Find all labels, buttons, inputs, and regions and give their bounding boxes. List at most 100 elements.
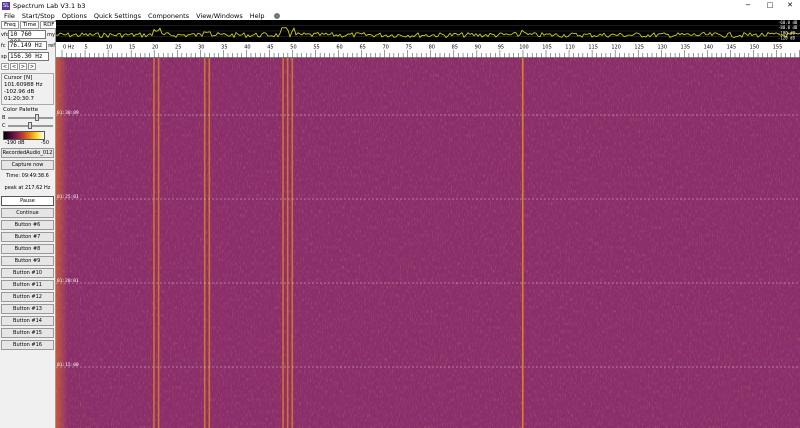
frequency-tick-label: 100	[519, 45, 529, 51]
color-palette-title: Color Palette	[3, 107, 39, 113]
frequency-tick-label: 145	[727, 45, 737, 51]
frequency-tick-label: 75	[406, 45, 412, 51]
frequency-tick-label: 30	[198, 45, 204, 51]
center-freq-label: fc	[1, 42, 6, 49]
frequency-tick-label: 130	[657, 45, 667, 51]
panel-button-5[interactable]: Continue	[1, 208, 54, 218]
panel-button-15[interactable]: Button #15	[1, 328, 54, 338]
scroll-buttons: < < > >	[1, 63, 54, 71]
panel-button-6[interactable]: Button #6	[1, 220, 54, 230]
menu-quick-settings[interactable]: Quick Settings	[94, 12, 141, 20]
frequency-tick-label: 120	[611, 45, 621, 51]
cursor-frequency: 101.60988 Hz	[4, 82, 43, 88]
frequency-tick-label: 150	[750, 45, 760, 51]
spectrum-display[interactable]: -60.0 dB -80.0 dB -100 dB -120 dB	[56, 20, 800, 42]
frequency-tick-label: 60	[336, 45, 342, 51]
frequency-tick-label: 95	[498, 45, 504, 51]
brightness-slider[interactable]: B	[2, 113, 53, 121]
scroll-right-fast-button[interactable]: >	[28, 63, 36, 70]
color-palette-bar[interactable]	[3, 131, 45, 140]
panel-button-11[interactable]: Button #11	[1, 280, 54, 290]
panel-button-7[interactable]: Button #7	[1, 232, 54, 242]
contrast-slider[interactable]: C	[2, 121, 53, 129]
panel-button-0[interactable]: RecordedAudio_012	[1, 148, 54, 158]
center-freq-row: fc 76.149 Hz ref	[1, 40, 55, 51]
spectrum-scale-label: -120 dB	[778, 36, 795, 41]
cursor-time: 01:20:30.7	[4, 96, 34, 102]
frequency-tick-label: 105	[542, 45, 552, 51]
contrast-knob[interactable]	[28, 121, 33, 129]
frequency-scale[interactable]: 0 Hz 5 10 15 20 25 30 35 40 45 50 55 60 65 70 75 80 85 90 9…	[56, 42, 800, 58]
frequency-tick-label: 5	[84, 45, 87, 51]
panel-button-12[interactable]: Button #12	[1, 292, 54, 302]
cursor-level: -102.96 dB	[4, 89, 35, 95]
time-marker-label: 01:30:09	[57, 110, 79, 116]
panel-button-10[interactable]: Button #10	[1, 268, 54, 278]
frequency-tick-label: 45	[267, 45, 273, 51]
waterfall-signal-line	[153, 58, 155, 428]
time-marker-label: 01:25:01	[57, 194, 79, 200]
scroll-left-fast-button[interactable]: <	[1, 63, 9, 70]
panel-button-14[interactable]: Button #14	[1, 316, 54, 326]
cursor-readout: Cursor [N] 101.60988 Hz -102.96 dB 01:20…	[1, 73, 54, 105]
panel-button-16[interactable]: Button #16	[1, 340, 54, 350]
frequency-tick-label: 50	[290, 45, 296, 51]
frequency-tick-label: 80	[429, 45, 435, 51]
span-field[interactable]: 156.30 Hz	[8, 52, 49, 61]
frequency-tick-label: 135	[681, 45, 691, 51]
frequency-tick-label: 155	[773, 45, 783, 51]
panel-button-9[interactable]: Button #9	[1, 256, 54, 266]
frequency-tick-label: 15	[129, 45, 135, 51]
vfo-field[interactable]: 10 760 000	[8, 30, 47, 46]
waterfall-display[interactable]: 01:30:09 01:25:01 01:20:01 01:15:00	[56, 58, 800, 428]
menu-help[interactable]: Help	[250, 12, 265, 20]
waterfall-signal-line	[291, 58, 294, 428]
center-freq-unit: ref	[48, 42, 55, 49]
tab-rdf[interactable]: RDF	[40, 21, 58, 29]
time-marker-label: 01:15:00	[57, 362, 79, 368]
panel-button-1[interactable]: Capture now	[1, 160, 54, 170]
center-freq-field[interactable]: 76.149 Hz	[7, 41, 48, 50]
span-label: sp	[1, 53, 7, 60]
time-marker-label: 01:20:01	[57, 278, 79, 284]
menu-options[interactable]: Options	[62, 12, 87, 20]
frequency-tick-label: 140	[704, 45, 714, 51]
window-title: Spectrum Lab V3.1 b3	[13, 1, 86, 10]
frequency-tick-label: 65	[359, 45, 365, 51]
button-list: RecordedAudio_012 Capture now Time: 09:49:…	[0, 148, 55, 350]
palette-max: -50	[40, 140, 49, 146]
cursor-title: Cursor [N]	[4, 75, 33, 81]
info-label-2: Time: 09:49:38.6	[6, 173, 49, 179]
tab-freq[interactable]: Freq	[1, 21, 19, 29]
app-icon: SL	[2, 1, 10, 10]
status-dot-icon[interactable]	[273, 12, 280, 19]
vfo-label: vfo	[1, 31, 9, 38]
panel-button-13[interactable]: Button #13	[1, 304, 54, 314]
panel-button-8[interactable]: Button #8	[1, 244, 54, 254]
close-button[interactable]: ✕	[780, 0, 800, 11]
maximize-button[interactable]: □	[760, 0, 780, 11]
menu-view-windows[interactable]: View/Windows	[196, 12, 243, 20]
tab-time[interactable]: Time	[19, 21, 40, 29]
frequency-tick-label: 110	[565, 45, 575, 51]
scroll-left-button[interactable]: <	[10, 63, 18, 70]
menu-file[interactable]: File	[4, 12, 15, 20]
frequency-tick-label: 125	[634, 45, 644, 51]
title-bar: SL Spectrum Lab V3.1 b3 − □ ✕	[0, 0, 800, 11]
frequency-tick-label: 40	[244, 45, 250, 51]
brightness-knob[interactable]	[35, 113, 39, 121]
info-label-3: peak at 217.62 Hz	[4, 185, 51, 191]
waterfall-signal-line	[203, 58, 206, 428]
panel-button-4[interactable]: Pause	[1, 196, 54, 206]
scroll-right-button[interactable]: >	[19, 63, 27, 70]
control-panel: Freq Time RDF vfo 10 760 000 my fc 76.14…	[0, 20, 58, 428]
waterfall-signal-line	[286, 58, 289, 428]
frequency-tick-label: 90	[475, 45, 481, 51]
frequency-tick-label: 55	[313, 45, 319, 51]
menu-bar: File Start/Stop Options Quick Settings C…	[0, 11, 800, 20]
minimize-button[interactable]: −	[738, 0, 758, 11]
menu-start-stop[interactable]: Start/Stop	[22, 12, 55, 20]
vfo-row: vfo 10 760 000 my	[1, 29, 55, 46]
menu-components[interactable]: Components	[148, 12, 189, 20]
frequency-tick-label: 25	[175, 45, 181, 51]
